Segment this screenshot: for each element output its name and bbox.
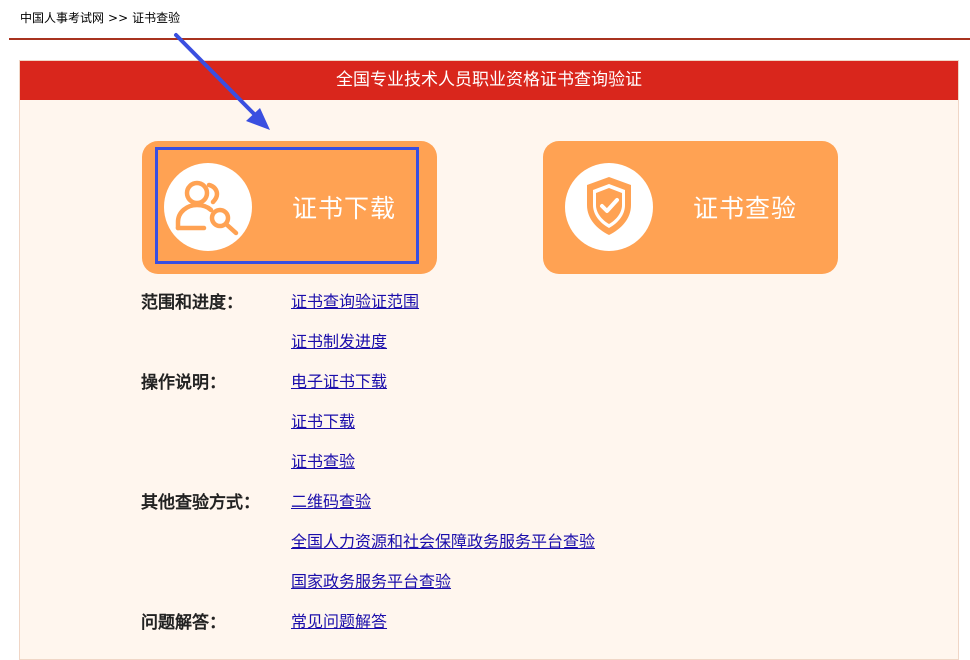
section-other-methods-row: 国家政务服务平台查验	[141, 568, 841, 608]
section-label: 问题解答：	[141, 613, 226, 633]
section-instructions: 操作说明： 电子证书下载	[141, 368, 841, 408]
certificate-panel: 全国专业技术人员职业资格证书查询验证 证书下载 证书查验 范围和进度： 证书查询…	[19, 60, 959, 660]
section-scope-progress: 范围和进度： 证书查询验证范围	[141, 288, 841, 328]
link-e-certificate-download[interactable]: 电子证书下载	[291, 368, 387, 392]
link-national-platform-verify[interactable]: 国家政务服务平台查验	[291, 568, 451, 592]
panel-title: 全国专业技术人员职业资格证书查询验证	[20, 61, 958, 100]
link-verify-scope[interactable]: 证书查询验证范围	[291, 288, 419, 312]
section-other-methods: 其他查验方式： 二维码查验	[141, 488, 841, 528]
top-divider	[9, 38, 970, 40]
breadcrumb-separator: >>	[108, 11, 129, 25]
link-issue-progress[interactable]: 证书制发进度	[291, 328, 387, 352]
section-instructions-row: 证书下载	[141, 408, 841, 448]
certificate-verify-button[interactable]: 证书查验	[543, 141, 838, 274]
link-mohrss-platform-verify[interactable]: 全国人力资源和社会保障政务服务平台查验	[291, 528, 595, 552]
certificate-download-label: 证书下载	[292, 194, 397, 223]
section-instructions-row: 证书查验	[141, 448, 841, 488]
breadcrumb-home-link[interactable]: 中国人事考试网	[20, 11, 104, 25]
section-label: 范围和进度：	[141, 293, 243, 313]
link-qr-verify[interactable]: 二维码查验	[291, 488, 371, 512]
link-faq[interactable]: 常见问题解答	[291, 608, 387, 632]
certificate-verify-label: 证书查验	[693, 194, 798, 223]
user-search-icon	[164, 163, 252, 251]
link-certificate-verify[interactable]: 证书查验	[291, 448, 355, 472]
link-certificate-download[interactable]: 证书下载	[291, 408, 355, 432]
shield-check-icon	[565, 163, 653, 251]
breadcrumb: 中国人事考试网 >> 证书查验	[20, 9, 180, 26]
certificate-download-button[interactable]: 证书下载	[142, 141, 437, 274]
section-scope-progress-row: 证书制发进度	[141, 328, 841, 368]
link-sections: 范围和进度： 证书查询验证范围 证书制发进度 操作说明： 电子证书下载 证书下载…	[141, 288, 841, 648]
section-faq: 问题解答： 常见问题解答	[141, 608, 841, 648]
section-other-methods-row: 全国人力资源和社会保障政务服务平台查验	[141, 528, 841, 568]
section-label: 操作说明：	[141, 373, 226, 393]
breadcrumb-current: 证书查验	[132, 11, 181, 25]
section-label: 其他查验方式：	[141, 493, 260, 513]
